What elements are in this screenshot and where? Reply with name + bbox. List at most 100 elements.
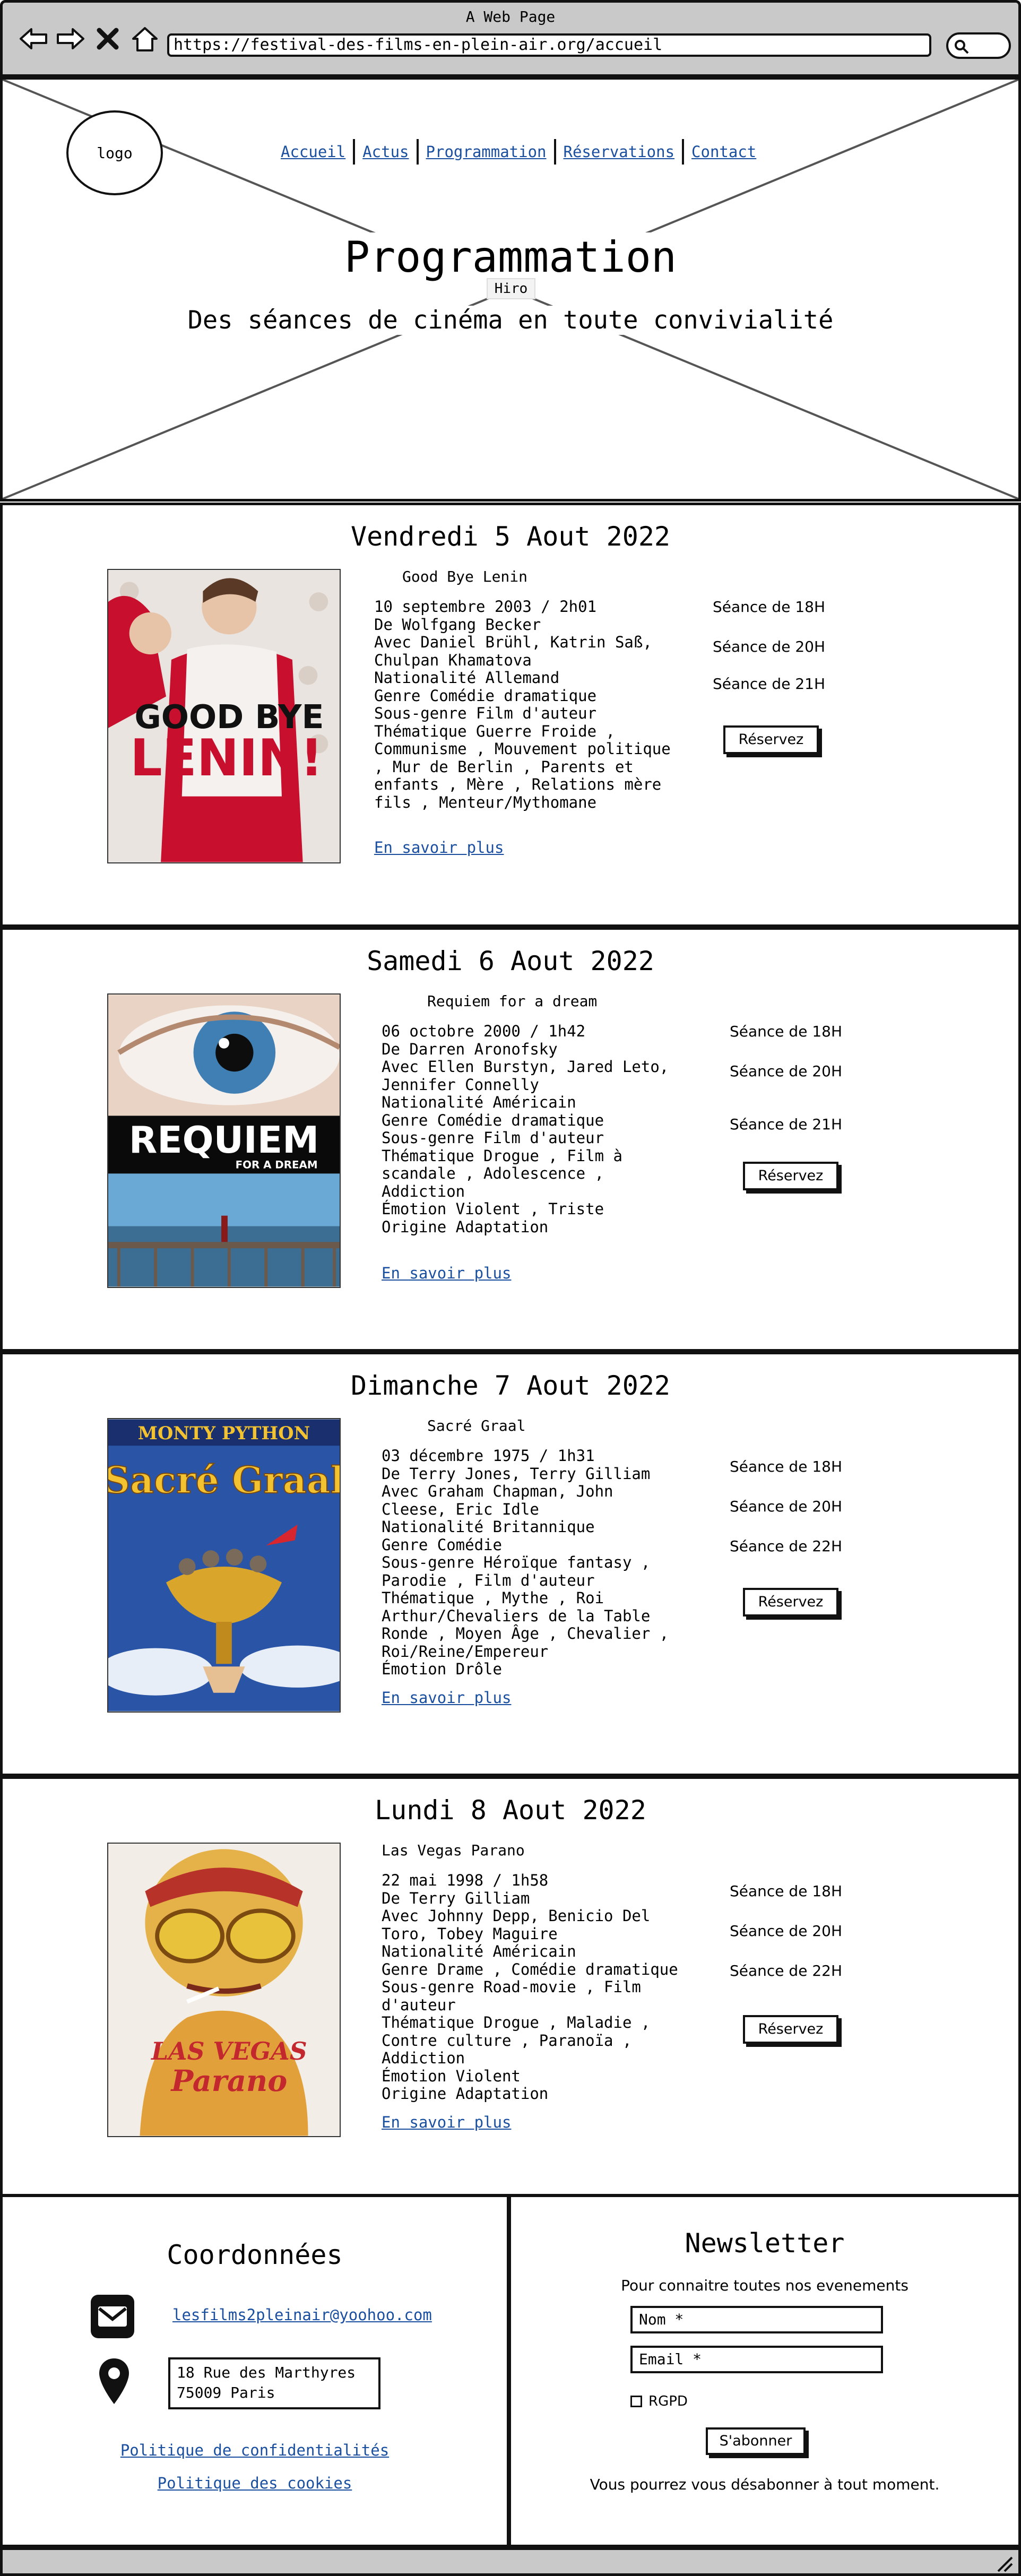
film-details: 10 septembre 2003 / 2h01 De Wolfgang Bec… [374,598,671,811]
hero-banner: logo Accueil Actus Programmation Réserva… [0,77,1021,502]
poster-requiem: REQUIEM FOR A DREAM [108,995,340,1287]
email-field[interactable]: Email * [630,2346,883,2373]
film-details-text: 10 septembre 2003 / 2h01 De Wolfgang Bec… [374,598,671,811]
seance-20h[interactable]: Séance de 20H [730,1922,842,1940]
reserve-button[interactable]: Réservez [743,2015,838,2044]
browser-chrome: A Web Page https://festival-des-films-en… [0,0,1021,77]
forward-arrow-icon[interactable] [56,24,85,54]
cookies-link[interactable]: Politique des cookies [3,2474,507,2492]
unsubscribe-note: Vous pourrez vous désabonner à tout mome… [590,2476,940,2493]
day-date: Samedi 6 Aout 2022 [367,946,654,976]
more-info-link[interactable]: En savoir plus [382,1689,511,1707]
cookies-link-text[interactable]: Politique des cookies [158,2474,352,2492]
nav-programmation[interactable]: Programmation [419,143,554,161]
poster-las-vegas-parano: LAS VEGAS Parano [108,1844,340,2136]
poster-title-2: LENIN! [130,729,323,788]
poster-title-2: FOR A DREAM [236,1159,318,1171]
back-arrow-icon[interactable] [19,24,48,54]
reserve-button[interactable]: Réservez [743,1162,838,1190]
day-date: Vendredi 5 Aout 2022 [350,521,671,552]
poster-sacre-graal: MONTY PYTHON Sacré Graal [108,1419,340,1711]
film-title: Las Vegas Parano [382,1842,525,1859]
poster-title-1: REQUIEM [129,1119,319,1162]
browser-nav [19,24,160,54]
subscribe-button[interactable]: S'abonner [706,2427,806,2455]
seance-21h[interactable]: Séance de 21H [713,675,825,693]
seance-20h[interactable]: Séance de 20H [730,1498,842,1515]
address-line-1: 18 Rue des Marthyres [177,2364,356,2381]
contact-section: Coordonnées lesfilms2pleinair@yoohoo.com… [0,2194,509,2547]
page-subtitle-text: Des séances de cinéma en toute convivial… [185,306,836,335]
movie-poster[interactable]: REQUIEM FOR A DREAM [107,993,341,1288]
name-field[interactable]: Nom * [630,2306,883,2333]
checkbox-box[interactable] [630,2396,642,2407]
film-details-text: 06 octobre 2000 / 1h42 De Darren Aronofs… [382,1022,669,1236]
nav-actus[interactable]: Actus [355,143,416,161]
browser-search[interactable] [946,32,1011,59]
reserve-button[interactable]: Réservez [743,1588,838,1617]
more-info-link[interactable]: En savoir plus [382,1264,511,1282]
film-details: 06 octobre 2000 / 1h42 De Darren Aronofs… [382,1022,679,1236]
mail-icon [91,2295,134,2338]
page-title: Programmation [3,232,1018,282]
contact-title: Coordonnées [167,2240,343,2270]
stop-icon[interactable] [93,24,123,54]
poster-title-2: Parano [170,2064,288,2098]
rgpd-checkbox[interactable]: RGPD [630,2393,688,2409]
film-details: 03 décembre 1975 / 1h31 De Terry Jones, … [382,1447,679,1679]
day-date: Dimanche 7 Aout 2022 [350,1370,671,1401]
more-info-link[interactable]: En savoir plus [382,2113,511,2131]
day-section: Vendredi 5 Aout 2022 GOOD BYE LENIN! Goo… [0,503,1021,927]
newsletter-section: Newsletter Pour connaitre toutes nos eve… [508,2194,1021,2547]
home-icon[interactable] [130,24,160,54]
page-subtitle: Des séances de cinéma en toute convivial… [3,306,1018,335]
movie-poster[interactable]: LAS VEGAS Parano [107,1843,341,2137]
search-icon [955,40,969,54]
address-box: 18 Rue des Marthyres 75009 Paris [168,2357,380,2409]
film-details: 22 mai 1998 / 1h58 De Terry Gilliam Avec… [382,1871,679,2103]
film-details-text: 22 mai 1998 / 1h58 De Terry Gilliam Avec… [382,1871,678,2103]
window-title: A Web Page [465,8,556,25]
newsletter-title: Newsletter [685,2228,845,2259]
seance-21h[interactable]: Séance de 21H [730,1116,842,1133]
film-title: Sacré Graal [427,1417,526,1434]
seance-18h[interactable]: Séance de 18H [730,1458,842,1475]
poster-title-1: MONTY PYTHON [138,1422,310,1443]
nav-reservations[interactable]: Réservations [556,143,682,161]
rgpd-label: RGPD [648,2393,688,2409]
more-info-link[interactable]: En savoir plus [374,839,504,857]
seance-18h[interactable]: Séance de 18H [730,1023,842,1040]
poster-good-bye-lenin: GOOD BYE LENIN! [108,570,340,862]
film-title: Good Bye Lenin [402,568,528,585]
privacy-link-text[interactable]: Politique de confidentialités [120,2441,389,2459]
seance-18h[interactable]: Séance de 18H [730,1882,842,1900]
day-date: Lundi 8 Aout 2022 [375,1795,646,1826]
contact-email-link[interactable]: lesfilms2pleinair@yoohoo.com [172,2306,432,2324]
nav-contact[interactable]: Contact [684,143,764,161]
movie-poster[interactable]: MONTY PYTHON Sacré Graal [107,1418,341,1713]
seance-20h[interactable]: Séance de 20H [730,1062,842,1080]
reserve-button[interactable]: Réservez [723,725,819,754]
poster-title-1: LAS VEGAS [150,2037,307,2065]
hiro-label: Hiro [487,278,535,299]
seance-18h[interactable]: Séance de 18H [713,598,825,616]
seance-22h[interactable]: Séance de 22H [730,1962,842,1979]
page-title-text: Programmation [342,232,679,282]
resize-grip-icon[interactable] [994,2553,1013,2572]
poster-title-2: Sacré Graal [108,1459,340,1502]
newsletter-intro: Pour connaitre toutes nos evenements [621,2277,908,2294]
site-logo[interactable]: logo [66,110,163,195]
day-section: Dimanche 7 Aout 2022 MONTY PYTHON Sacré … [0,1352,1021,1776]
location-pin-icon [99,2358,129,2404]
nav-accueil[interactable]: Accueil [273,143,353,161]
privacy-link[interactable]: Politique de confidentialités [3,2441,507,2459]
address-line-2: 75009 Paris [177,2384,275,2401]
seance-22h[interactable]: Séance de 22H [730,1537,842,1555]
url-bar[interactable]: https://festival-des-films-en-plein-air.… [167,33,931,57]
film-title: Requiem for a dream [427,992,598,1010]
main-nav: Accueil Actus Programmation Réservations… [273,139,764,165]
browser-status-bar [0,2547,1021,2576]
movie-poster[interactable]: GOOD BYE LENIN! [107,569,341,863]
seance-20h[interactable]: Séance de 20H [713,638,825,655]
day-section: Samedi 6 Aout 2022 REQUIEM FOR A DREAM R… [0,927,1021,1352]
